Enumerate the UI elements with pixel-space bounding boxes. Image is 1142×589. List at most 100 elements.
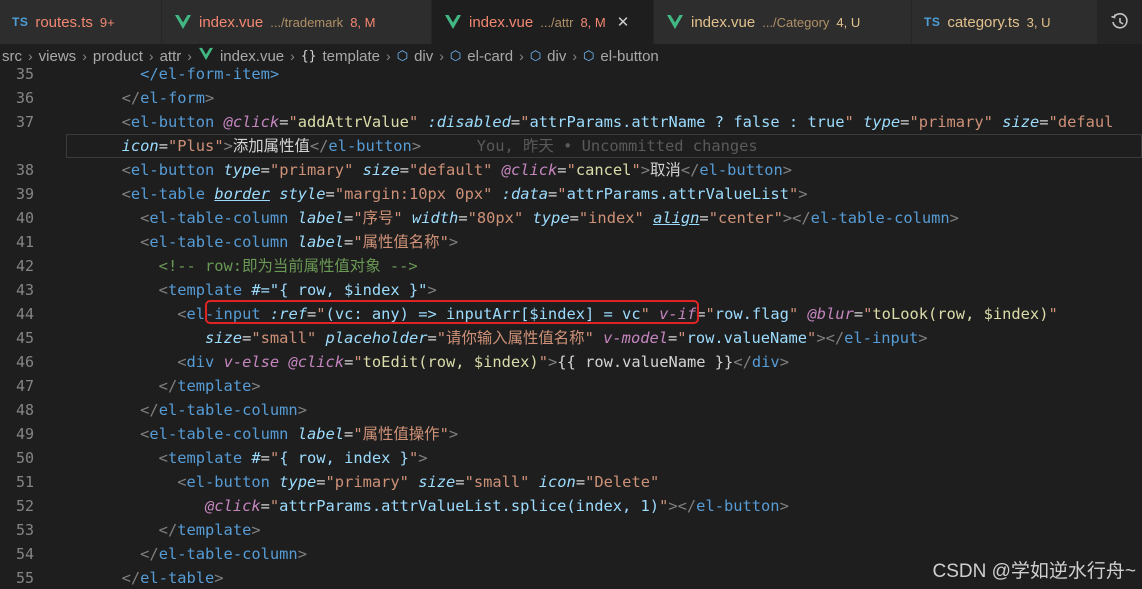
line-number-gutter: 35 36 37 38 39 40 41 42 43 44 45 46 47 4…	[0, 62, 46, 589]
problem-count-badge: 9+	[99, 14, 115, 30]
line-number: 54	[15, 545, 34, 563]
code-token: Delete	[594, 473, 650, 491]
line-number: 37	[15, 113, 34, 131]
code-line: <el-button @click="addAttrValue" :disabl…	[121, 113, 1114, 131]
line-number: 35	[15, 65, 34, 83]
code-content[interactable]: </el-form-item> </el-form> <el-button @c…	[66, 62, 1142, 589]
code-line-current: icon="Plus">添加属性值</el-button> You, 昨天 • …	[66, 134, 1142, 158]
tab-index-vue-trademark[interactable]: index.vue .../trademark 8, M	[162, 0, 432, 44]
code-line: </el-form-item>	[66, 62, 1142, 86]
code-line: <el-table-column label="属性值操作">	[140, 425, 459, 443]
code-token: </el-form-item>	[140, 65, 280, 83]
line-number: 38	[15, 161, 34, 179]
code-line: <el-table-column label="序号" width="80px"…	[140, 209, 959, 227]
code-token: el-button	[130, 161, 215, 179]
code-token: 80px	[476, 209, 514, 227]
code-token: icon	[121, 137, 159, 155]
code-token: attrParams.attrName ? false : true	[529, 113, 845, 131]
git-blame-annotation: You, 昨天 • Uncommitted changes	[476, 137, 758, 155]
code-token: el-form	[140, 89, 206, 107]
tab-label: index.vue	[199, 13, 264, 31]
tab-directory: .../Category	[762, 14, 830, 30]
code-line: <div v-else @click="toEdit(row, $index)"…	[177, 353, 789, 371]
code-line: <el-table border style="margin:10px 0px"…	[121, 185, 808, 203]
tab-index-vue-category[interactable]: index.vue .../Category 4, U	[654, 0, 912, 44]
line-number: 39	[15, 185, 34, 203]
problem-count-badge: 8, M	[580, 14, 606, 30]
red-annotation-box	[205, 300, 699, 324]
line-number: 47	[15, 377, 34, 395]
code-token: attrParams.attrValueList.splice(index, 1…	[279, 497, 660, 515]
line-number: 52	[15, 497, 34, 515]
line-number: 48	[15, 401, 34, 419]
code-line: <el-table-column label="属性值名称">	[140, 233, 459, 251]
code-line: size="small" placeholder="请你输入属性值名称" v-m…	[205, 329, 928, 347]
line-number: 42	[15, 257, 34, 275]
code-line: <template #="{ row, index }">	[158, 449, 428, 467]
line-number: 36	[15, 89, 34, 107]
tab-routes-ts[interactable]: TS routes.ts 9+	[0, 0, 162, 44]
code-line: <el-button type="primary" size="default"…	[121, 161, 793, 179]
line-number: 43	[15, 281, 34, 299]
code-token: row.flag	[714, 305, 789, 323]
code-token: row.valueName	[686, 329, 808, 347]
line-number: 41	[15, 233, 34, 251]
code-comment: <!-- row:即为当前属性值对象 -->	[158, 257, 418, 275]
line-number: 45	[15, 329, 34, 347]
code-token: 取消	[650, 161, 681, 179]
typescript-file-icon: TS	[924, 15, 941, 29]
tab-label: routes.ts	[35, 13, 93, 31]
code-token: #="{ row, $index }"	[251, 281, 428, 299]
line-number: 40	[15, 209, 34, 227]
line-number: 53	[15, 521, 34, 539]
code-token: index	[588, 209, 635, 227]
code-line: <template #="{ row, $index }">	[158, 281, 437, 299]
watermark: CSDN @学如逆水行舟~	[932, 561, 1137, 582]
tab-label: index.vue	[691, 13, 756, 31]
line-number: 44	[15, 305, 34, 323]
code-token: template	[167, 281, 243, 299]
code-token: el-table	[130, 185, 206, 203]
code-line: <!-- row:即为当前属性值对象 -->	[66, 254, 1142, 278]
code-token: defaul	[1057, 113, 1114, 131]
tab-directory: .../attr	[540, 14, 574, 30]
code-token: attrParams.attrValueList	[566, 185, 789, 203]
editor-tab-bar: TS routes.ts 9+ index.vue .../trademark …	[0, 0, 1142, 44]
tab-directory: .../trademark	[270, 14, 344, 30]
code-line: @click="attrParams.attrValueList.splice(…	[205, 497, 789, 515]
code-line: </template>	[158, 521, 261, 539]
code-token: 属性值操作	[362, 425, 440, 443]
tab-label: index.vue	[469, 13, 534, 31]
code-token: cancel	[575, 161, 632, 179]
code-token: el-button	[130, 113, 215, 131]
problem-count-badge: 3, U	[1026, 14, 1051, 30]
code-line: </el-form>	[121, 89, 215, 107]
close-tab-icon[interactable]: ✕	[617, 13, 630, 31]
vue-file-icon	[444, 14, 462, 30]
line-number: 51	[15, 473, 34, 491]
code-token: @click	[223, 113, 280, 131]
code-token: primary	[918, 113, 984, 131]
code-editor[interactable]: 35 36 37 38 39 40 41 42 43 44 45 46 47 4…	[0, 62, 1142, 589]
code-token: el-table-column	[149, 209, 289, 227]
code-token: :disabled	[427, 113, 511, 131]
timeline-history-icon[interactable]	[1098, 0, 1142, 44]
tab-category-ts[interactable]: TS category.ts 3, U	[912, 0, 1098, 44]
code-token: 属性值名称	[362, 233, 440, 251]
line-number	[0, 134, 46, 158]
code-token: toEdit(row, $index)	[362, 353, 539, 371]
problem-count-badge: 8, M	[350, 14, 376, 30]
typescript-file-icon: TS	[12, 15, 29, 29]
tab-index-vue-attr[interactable]: index.vue .../attr 8, M ✕	[432, 0, 654, 44]
code-token: 添加属性值	[232, 137, 310, 155]
tab-label: category.ts	[947, 13, 1020, 31]
vue-file-icon	[666, 14, 684, 30]
code-token: size	[1002, 113, 1040, 131]
vue-file-icon	[174, 14, 192, 30]
problem-count-badge: 4, U	[836, 14, 861, 30]
line-number: 49	[15, 425, 34, 443]
code-token: addAttrValue	[297, 113, 409, 131]
code-token: 请你输入属性值名称	[446, 329, 585, 347]
code-token: { row, index }	[279, 449, 409, 467]
code-token: toLook(row, $index)	[872, 305, 1049, 323]
